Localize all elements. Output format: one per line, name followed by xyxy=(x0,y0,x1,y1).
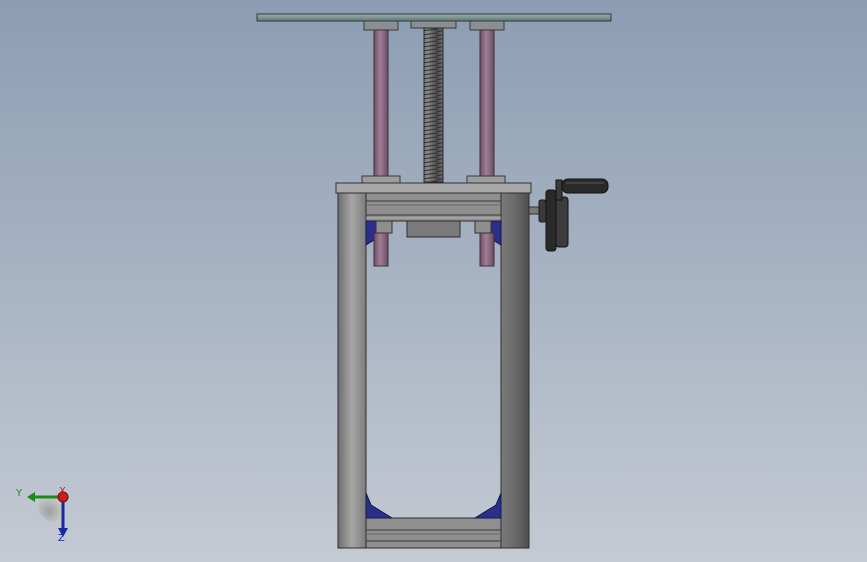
triad-label-x: X xyxy=(59,486,66,497)
handle-grip[interactable] xyxy=(561,178,609,194)
frame-leg-right xyxy=(500,192,530,549)
handwheel-hub xyxy=(538,199,547,223)
lower-crossbeam xyxy=(365,517,502,549)
handle-arm xyxy=(555,179,563,201)
frame-leg-left xyxy=(337,192,367,549)
cad-scene: Y X Z xyxy=(0,0,867,562)
handwheel-spokes xyxy=(555,196,569,248)
nut-block xyxy=(406,220,461,238)
triad-label-z: Z xyxy=(58,533,65,544)
cad-viewport[interactable]: Y X Z xyxy=(0,0,867,562)
triad-label-y: Y xyxy=(15,488,23,499)
frame-top-cap xyxy=(335,182,532,194)
handwheel-rim xyxy=(545,189,557,252)
lead-screw xyxy=(423,27,444,183)
upper-crossbeam xyxy=(365,192,502,222)
top-plate xyxy=(256,13,612,22)
